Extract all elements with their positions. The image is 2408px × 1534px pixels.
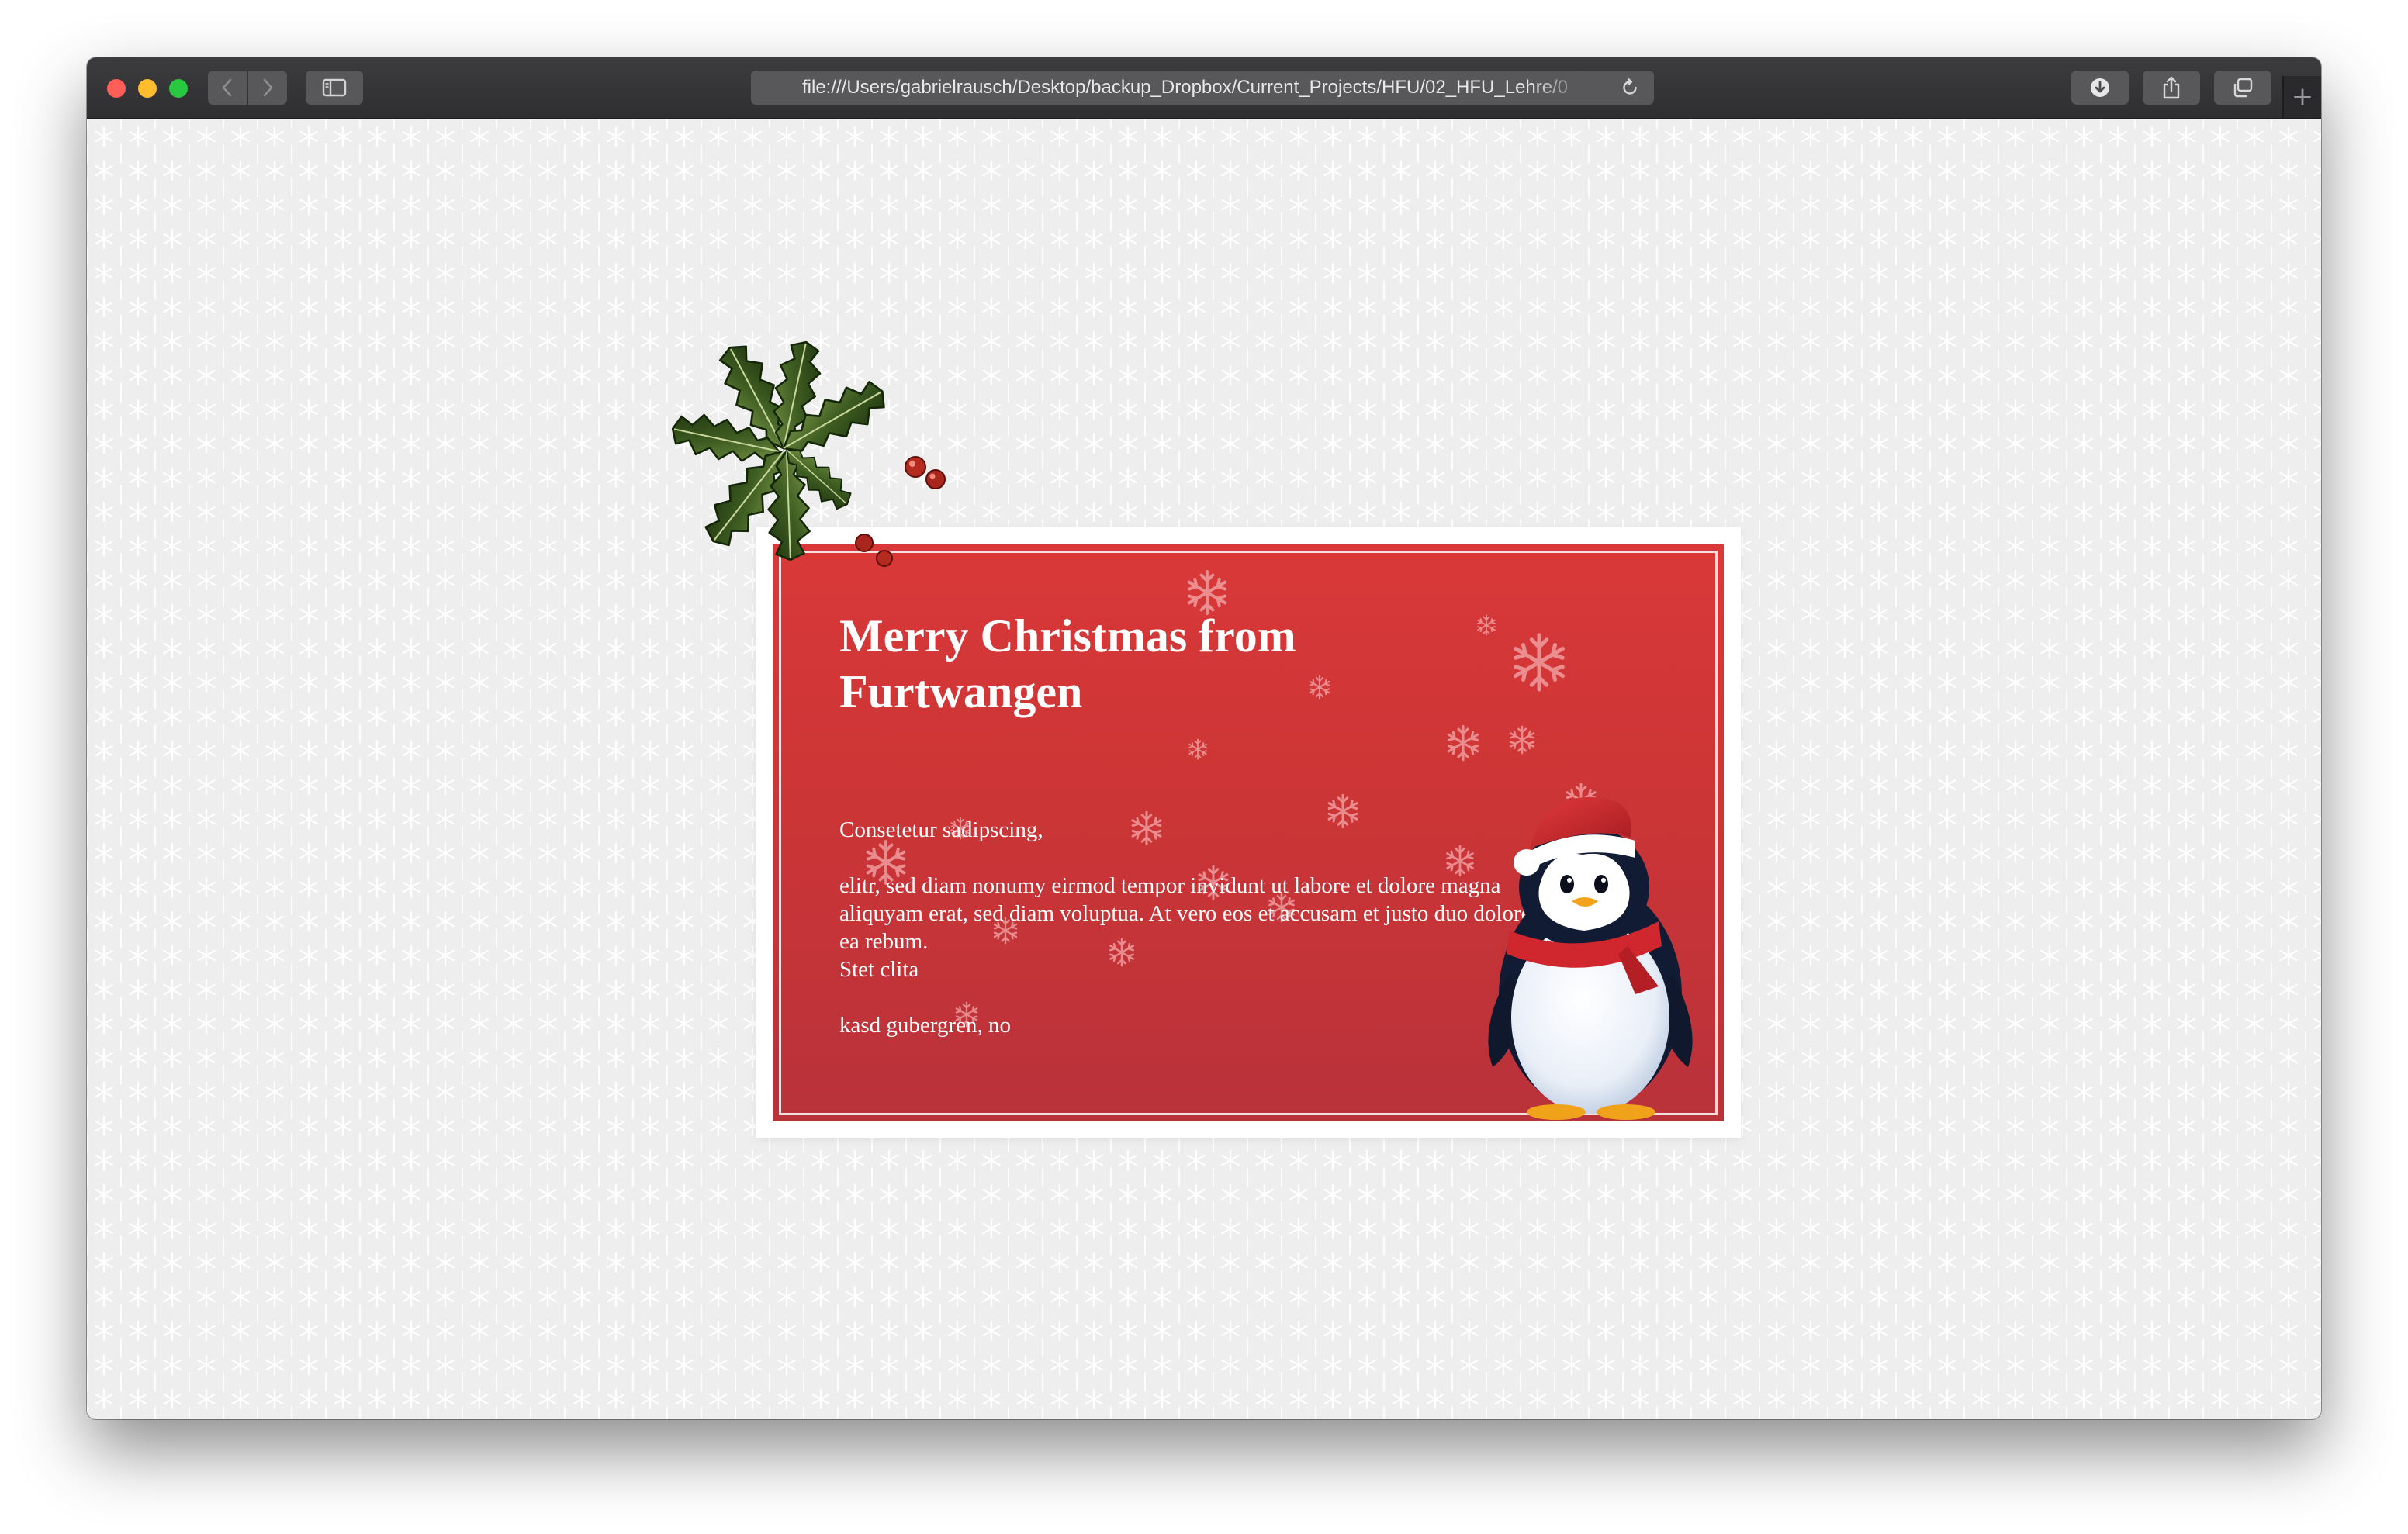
desktop-stage: file:///Users/gabrielrausch/Desktop/back…: [0, 0, 2408, 1534]
card-body-paragraph: elitr, sed diam nonumy eirmod tempor inv…: [839, 873, 1562, 954]
downloads-button[interactable]: [2071, 71, 2129, 105]
download-icon: [2091, 78, 2109, 97]
card-body-line-3: Stet clita: [839, 957, 919, 982]
card-body-line-4: kasd gubergren, no: [839, 1013, 1011, 1038]
close-window-button[interactable]: [107, 79, 126, 98]
holly-icon: [667, 337, 946, 567]
browser-toolbar: file:///Users/gabrielrausch/Desktop/back…: [87, 57, 2321, 119]
browser-window: file:///Users/gabrielrausch/Desktop/back…: [87, 57, 2321, 1419]
address-bar[interactable]: file:///Users/gabrielrausch/Desktop/back…: [751, 71, 1654, 105]
share-icon: [2163, 76, 2180, 99]
card-body-line-1: Consetetur sadipscing,: [839, 817, 1043, 842]
sidebar-icon: [322, 78, 347, 97]
reload-icon[interactable]: [1620, 78, 1640, 98]
back-button[interactable]: [208, 71, 247, 105]
forward-button[interactable]: [248, 71, 287, 105]
chevron-right-icon: [263, 78, 273, 97]
penguin-icon: [1488, 796, 1693, 1120]
minimize-window-button[interactable]: [138, 79, 157, 98]
navigation-buttons: [208, 71, 287, 105]
new-tab-button[interactable]: +: [2282, 76, 2321, 118]
card-body: Consetetur sadipscing, elitr, sed diam n…: [839, 816, 1569, 1039]
chevron-left-icon: [222, 78, 232, 97]
address-bar-url[interactable]: file:///Users/gabrielrausch/Desktop/back…: [802, 71, 1592, 105]
sidebar-toggle-button[interactable]: [306, 71, 363, 105]
card-body-spacer: [839, 844, 1569, 872]
tab-overview-button[interactable]: [2214, 71, 2271, 105]
zoom-window-button[interactable]: [169, 79, 188, 98]
tabs-overview-icon: [2233, 78, 2253, 98]
card-body-spacer: [839, 983, 1569, 1011]
page-content: Merry Christmas from Furtwangen Consetet…: [87, 119, 2321, 1419]
share-button[interactable]: [2143, 71, 2200, 105]
